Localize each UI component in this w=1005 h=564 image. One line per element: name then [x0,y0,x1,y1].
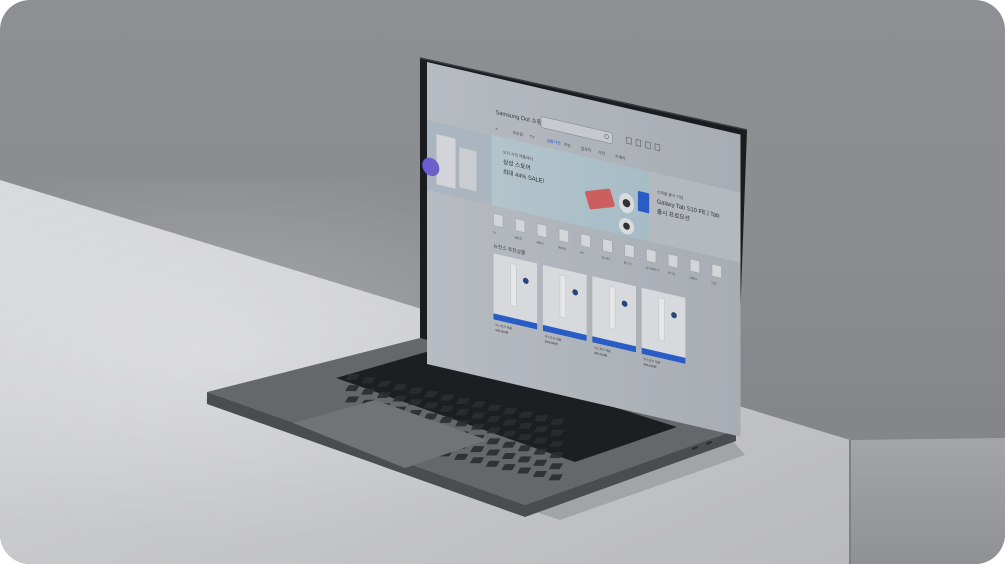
product-photo-scene: Samsung Dot 쇼핑 ≡ 모바일 TV 생활가전 주방 컴퓨터 가전 카메라 오직 가… [0,0,1005,564]
laptop-photo: Samsung Dot 쇼핑 ≡모바일 TV생활가전 주방컴퓨터 가전카메라 오직 가… [0,57,1005,564]
desk-side [850,438,1005,564]
